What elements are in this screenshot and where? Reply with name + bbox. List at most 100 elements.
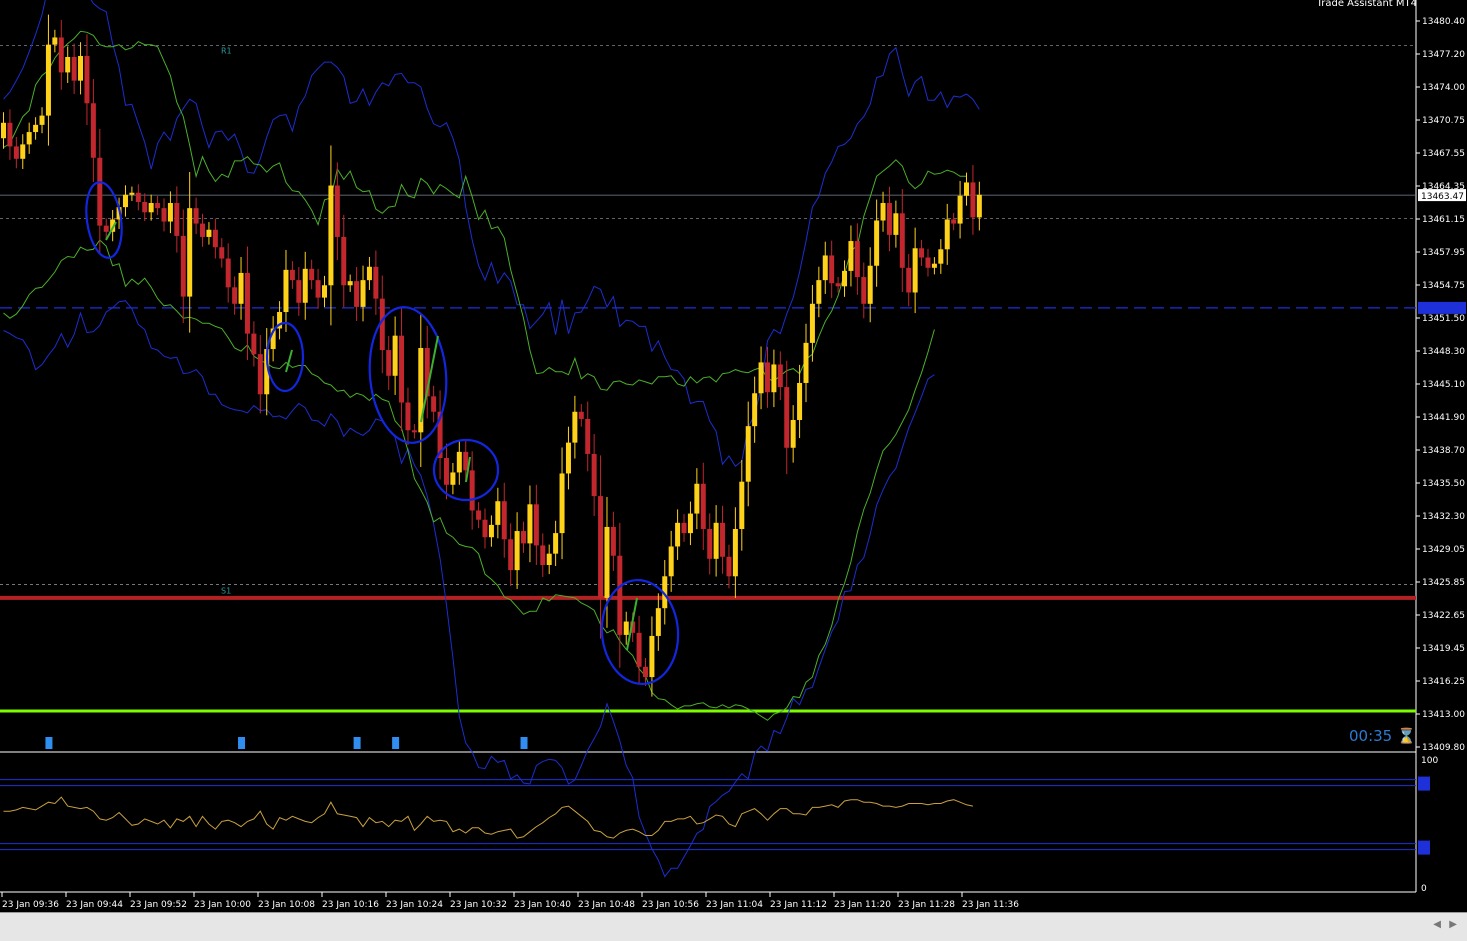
candle-body [681, 522, 687, 534]
candle-body [45, 44, 51, 116]
candle-body [161, 208, 167, 222]
candle-body [405, 402, 411, 431]
bollinger-inner-lower [3, 239, 935, 721]
candle-body [861, 277, 867, 304]
candle-body [790, 419, 796, 448]
candle-body [623, 621, 629, 635]
price-axis-label: 13451.50 [1422, 314, 1465, 324]
price-axis-label: 13413.00 [1422, 710, 1465, 720]
candle-body [687, 513, 693, 534]
candle-body [431, 396, 437, 412]
highlight-circle [600, 578, 680, 686]
candle-body [373, 266, 379, 299]
candle-body [399, 335, 405, 403]
candle-body [867, 265, 873, 304]
candle-body [912, 248, 918, 293]
candle-body [84, 55, 90, 104]
candle-body [476, 510, 482, 520]
time-axis-label: 23 Jan 09:52 [130, 900, 187, 910]
candle-body [309, 268, 315, 281]
candle-body [906, 267, 912, 293]
candle-body [758, 362, 764, 394]
candle-body [354, 281, 360, 307]
time-axis-label: 23 Jan 10:00 [194, 900, 251, 910]
candle-body [732, 528, 738, 577]
candle-body [142, 201, 148, 213]
candle-body [842, 270, 848, 287]
time-axis-label: 23 Jan 11:36 [962, 900, 1019, 910]
candle-body [822, 255, 828, 281]
candle-body [135, 192, 141, 202]
dashed-level-tag [1418, 301, 1466, 314]
candle-body [944, 219, 950, 250]
candle-body [7, 122, 13, 147]
candle-body [784, 387, 790, 448]
scroll-right-icon[interactable]: ▶ [1449, 919, 1457, 930]
candle-body [540, 545, 546, 565]
candle-body [347, 281, 353, 286]
bollinger-inner-upper [3, 30, 967, 391]
candle-body [559, 473, 565, 534]
candle-body [951, 219, 957, 224]
candle-body [488, 524, 494, 538]
signal-marker [520, 737, 528, 749]
scroll-left-icon[interactable]: ◀ [1433, 919, 1441, 930]
candle-body [65, 56, 71, 73]
candle-body [899, 213, 905, 268]
candle-body [508, 539, 514, 571]
candle-body [578, 411, 584, 419]
candle-body [450, 472, 456, 485]
candle-body [386, 350, 392, 376]
candle-body [675, 522, 681, 547]
candle-body [392, 335, 398, 376]
candle-body [257, 354, 263, 395]
candle-body [797, 382, 803, 420]
time-axis-label: 23 Jan 11:12 [770, 900, 827, 910]
time-axis-label: 23 Jan 10:08 [258, 900, 315, 910]
candle-body [103, 225, 109, 232]
candle-body [585, 418, 591, 454]
hourglass-icon: ⌛ [1397, 727, 1416, 745]
time-axis-label: 23 Jan 10:56 [642, 900, 699, 910]
candle-body [886, 203, 892, 235]
candle-body [745, 426, 751, 482]
candle-body [874, 220, 880, 266]
candle-body [649, 635, 655, 678]
candle-body [212, 229, 218, 248]
time-axis-label: 23 Jan 09:36 [2, 900, 59, 910]
candle-body [13, 146, 19, 159]
price-axis-label: 13441.90 [1422, 413, 1465, 423]
price-axis-label: 13425.85 [1422, 578, 1465, 588]
price-axis-label: 13419.45 [1422, 644, 1465, 654]
time-axis-label: 23 Jan 10:32 [450, 900, 507, 910]
candle-body [829, 255, 835, 284]
candle-body [668, 546, 674, 577]
oscillator-upper-tag [1418, 776, 1430, 791]
candle-body [707, 528, 713, 559]
price-axis-label: 13454.75 [1422, 281, 1465, 291]
candle-body [726, 556, 732, 577]
price-axis-label: 13416.25 [1422, 677, 1465, 687]
highlight-circle [265, 321, 305, 393]
price-axis-label: 13477.20 [1422, 50, 1465, 60]
candle-body [938, 249, 944, 264]
price-axis-label: 13480.40 [1422, 17, 1465, 27]
candle-body [809, 303, 815, 343]
candle-body [604, 526, 610, 598]
price-axis-label: 13467.55 [1422, 149, 1465, 159]
candle-body [694, 483, 700, 514]
candle-body [565, 442, 571, 474]
signal-marker [392, 737, 400, 749]
candle-body [328, 185, 334, 286]
title-label: Trade Assistant MT4 [1316, 0, 1417, 9]
r1-label: R1 [221, 47, 232, 56]
candle-body [232, 287, 238, 304]
price-axis-label: 13422.65 [1422, 611, 1465, 621]
entry-arrow [285, 349, 293, 373]
candle-body [553, 533, 559, 554]
current-price-label: 13463.47 [1421, 192, 1464, 202]
candle-body [521, 531, 527, 544]
candle-body [289, 269, 295, 281]
price-axis-label: 13429.05 [1422, 545, 1465, 555]
chart-canvas: R1 S1 13480.40 13477.20 13474.00 13470.75 1346… [0, 0, 1466, 910]
